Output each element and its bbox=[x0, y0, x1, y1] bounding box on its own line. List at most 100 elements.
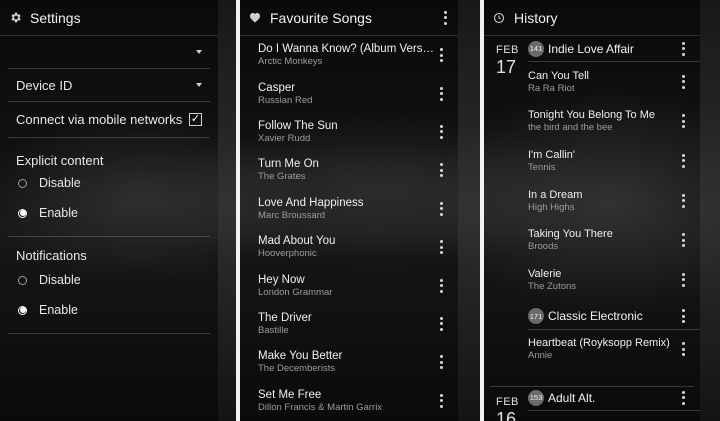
list-item[interactable]: Hey Now London Grammar bbox=[240, 266, 458, 304]
more-options-icon[interactable] bbox=[678, 41, 688, 56]
song-text: Casper Russian Red bbox=[258, 81, 436, 107]
list-item[interactable]: The Driver Bastille bbox=[240, 305, 458, 343]
more-options-icon[interactable] bbox=[678, 233, 688, 248]
settings-header: Settings bbox=[0, 0, 218, 36]
explicit-disable-option[interactable]: Disable bbox=[0, 168, 218, 198]
more-options-icon[interactable] bbox=[436, 86, 446, 101]
list-item[interactable]: Can You Tell Ra Ra Riot bbox=[528, 62, 700, 102]
more-options-icon[interactable] bbox=[678, 390, 688, 405]
song-title: Hey Now bbox=[258, 273, 305, 286]
more-options-icon[interactable] bbox=[678, 309, 688, 324]
divider bbox=[490, 386, 694, 387]
song-title: The Driver bbox=[258, 311, 312, 324]
list-item[interactable]: Do I Wanna Know? (Album Version) Arctic M… bbox=[240, 36, 458, 74]
favourite-songs-screen: Favourite Songs Do I Wanna Know? (Album … bbox=[240, 0, 458, 421]
chevron-down-icon bbox=[196, 50, 202, 54]
song-text: I'm Callin' Tennis bbox=[528, 148, 678, 174]
list-item[interactable]: Set Me Free Dillon Francis & Martin Garri… bbox=[240, 382, 458, 420]
page-title: Settings bbox=[30, 9, 81, 26]
settings-dropdown[interactable] bbox=[8, 36, 210, 69]
song-text: Tonight You Belong To Me the bird and the… bbox=[528, 108, 678, 134]
song-text: Taking You There Broods bbox=[528, 227, 678, 253]
date-group-label: FEB 16 bbox=[496, 396, 520, 421]
song-artist: The Decemberists bbox=[258, 363, 336, 375]
radio-button[interactable] bbox=[18, 275, 27, 285]
song-title: Casper bbox=[258, 81, 296, 94]
favourite-songs-list: Do I Wanna Know? (Album Version) Arctic M… bbox=[240, 36, 458, 420]
list-item[interactable]: In a Dream High Highs bbox=[528, 181, 700, 221]
list-item[interactable]: Follow The Sun Xavier Rudd bbox=[240, 113, 458, 151]
more-options-icon[interactable] bbox=[436, 393, 446, 408]
song-artist: Xavier Rudd bbox=[258, 132, 311, 144]
playlist-header[interactable]: 171 Classic Electronic bbox=[528, 304, 700, 330]
date-month: FEB bbox=[496, 396, 519, 408]
radio-button-selected[interactable] bbox=[18, 305, 27, 315]
list-item[interactable]: Love And Happiness Marc Broussard bbox=[240, 190, 458, 228]
more-options-icon[interactable] bbox=[678, 342, 688, 357]
settings-screen: Settings Device ID Connect via mobile ne… bbox=[0, 0, 218, 421]
song-title: Taking You There bbox=[528, 228, 613, 241]
song-artist: Russian Red bbox=[258, 94, 313, 106]
more-options-icon[interactable] bbox=[436, 278, 446, 293]
more-options-icon[interactable] bbox=[436, 316, 446, 331]
playlist-header[interactable]: 153 Adult Alt. bbox=[528, 385, 700, 412]
device-id-dropdown[interactable]: Device ID bbox=[8, 69, 210, 102]
explicit-enable-option[interactable]: Enable bbox=[0, 198, 218, 228]
more-options-icon[interactable] bbox=[678, 74, 688, 89]
mobile-networks-row[interactable]: Connect via mobile networks ✓ bbox=[8, 102, 210, 138]
option-label: Disable bbox=[39, 273, 81, 287]
history-screen: History FEB 17 141 Indie Love Affair Can Y… bbox=[484, 0, 700, 421]
more-options-icon[interactable] bbox=[678, 153, 688, 168]
radio-button-selected[interactable] bbox=[18, 208, 27, 218]
song-artist: Marc Broussard bbox=[258, 209, 326, 221]
more-options-icon[interactable] bbox=[436, 48, 446, 63]
notifications-enable-option[interactable]: Enable bbox=[0, 295, 218, 325]
song-title: Set Me Free bbox=[258, 388, 322, 401]
list-item[interactable]: Turn Me On The Grates bbox=[240, 151, 458, 189]
song-artist: London Grammar bbox=[258, 286, 333, 298]
playlist-header[interactable]: 141 Indie Love Affair bbox=[528, 36, 700, 62]
list-item[interactable]: I'm Callin' Tennis bbox=[528, 141, 700, 181]
song-title: Mad About You bbox=[258, 235, 336, 248]
song-artist: The Zutons bbox=[528, 280, 577, 292]
playlist-name: Adult Alt. bbox=[548, 390, 596, 405]
list-item[interactable]: Make You Better The Decemberists bbox=[240, 343, 458, 381]
more-options-icon[interactable] bbox=[436, 240, 446, 255]
song-title: Turn Me On bbox=[258, 158, 319, 171]
song-artist: The Grates bbox=[258, 171, 306, 183]
song-title: Follow The Sun bbox=[258, 119, 338, 132]
list-item[interactable]: Mad About You Hooverphonic bbox=[240, 228, 458, 266]
more-options-icon[interactable] bbox=[436, 355, 446, 370]
more-options-icon[interactable] bbox=[678, 193, 688, 208]
list-item[interactable]: Valerie The Zutons bbox=[528, 260, 700, 300]
option-label: Disable bbox=[39, 176, 81, 190]
more-options-icon[interactable] bbox=[440, 10, 450, 25]
page-title: Favourite Songs bbox=[270, 9, 372, 26]
mobile-networks-checkbox[interactable]: ✓ bbox=[189, 113, 202, 126]
song-title: Make You Better bbox=[258, 350, 343, 363]
song-text: Hey Now London Grammar bbox=[258, 273, 436, 299]
more-options-icon[interactable] bbox=[436, 201, 446, 216]
more-options-icon[interactable] bbox=[436, 124, 446, 139]
date-day: 16 bbox=[496, 409, 517, 421]
song-text: Turn Me On The Grates bbox=[258, 157, 436, 183]
song-artist: Dillon Francis & Martin Garrix bbox=[258, 401, 383, 413]
option-label: Enable bbox=[39, 206, 78, 220]
song-text: Follow The Sun Xavier Rudd bbox=[258, 119, 436, 145]
song-text: Heartbeat (Royksopp Remix) Annie bbox=[528, 336, 678, 362]
more-options-icon[interactable] bbox=[678, 272, 688, 287]
list-item[interactable]: Heartbeat (Royksopp Remix) Annie bbox=[528, 330, 700, 370]
more-options-icon[interactable] bbox=[678, 114, 688, 129]
song-artist: Annie bbox=[528, 350, 553, 362]
radio-button[interactable] bbox=[18, 178, 27, 188]
song-artist: Hooverphonic bbox=[258, 248, 317, 260]
more-options-icon[interactable] bbox=[436, 163, 446, 178]
list-item[interactable]: Taking You There Broods bbox=[528, 220, 700, 260]
list-item[interactable]: Casper Russian Red bbox=[240, 74, 458, 112]
playlist-name: Indie Love Affair bbox=[548, 41, 634, 56]
list-item[interactable]: Tonight You Belong To Me the bird and the… bbox=[528, 102, 700, 142]
song-artist: Broods bbox=[528, 241, 559, 253]
song-title: Love And Happiness bbox=[258, 196, 364, 209]
song-title: Valerie bbox=[528, 267, 562, 280]
notifications-disable-option[interactable]: Disable bbox=[0, 265, 218, 295]
